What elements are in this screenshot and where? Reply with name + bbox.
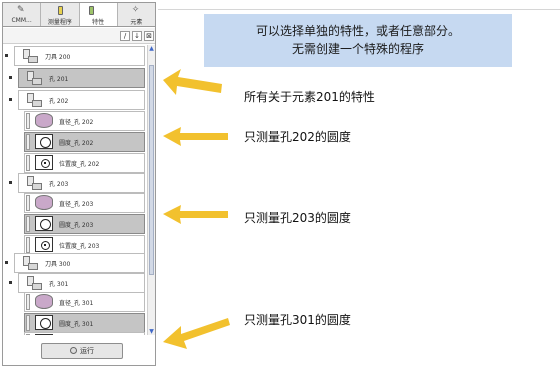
note-hole-301: 只测量孔301的圆度 bbox=[244, 313, 351, 327]
note-hole-203: 只测量孔203的圆度 bbox=[244, 211, 351, 225]
arrow-203 bbox=[163, 205, 228, 224]
note-hole-202: 只测量孔202的圆度 bbox=[244, 130, 351, 144]
arrow-301 bbox=[163, 318, 230, 349]
arrow-201 bbox=[163, 69, 222, 95]
arrow-202 bbox=[163, 127, 228, 146]
note-element-201: 所有关于元素201的特性 bbox=[244, 90, 375, 104]
